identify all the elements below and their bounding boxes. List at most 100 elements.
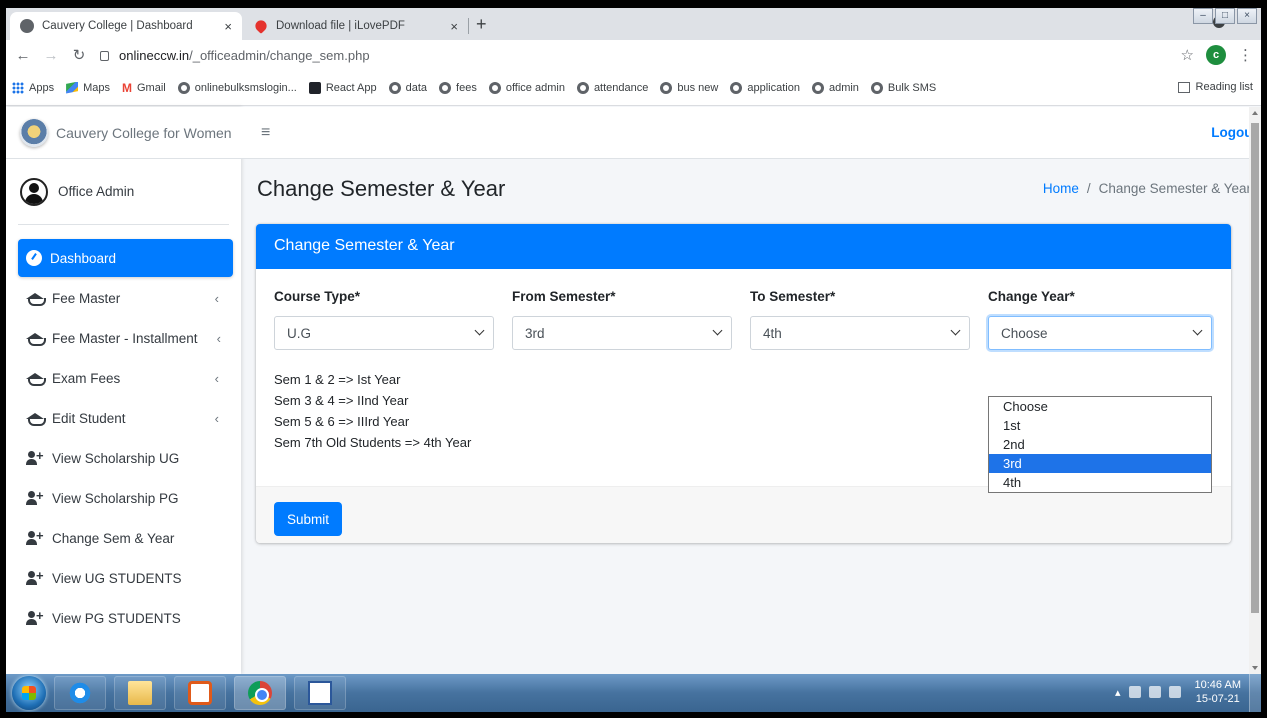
bookmark-react-app[interactable]: React App: [308, 81, 377, 94]
page-scrollbar[interactable]: [1249, 107, 1261, 674]
dropdown-option[interactable]: Choose: [989, 397, 1211, 416]
scroll-up-icon[interactable]: [1252, 111, 1258, 115]
bookmark-apps[interactable]: Apps: [12, 81, 54, 94]
from-semester-select[interactable]: 3rd: [512, 316, 732, 350]
bookmark-gmail[interactable]: M Gmail: [122, 82, 166, 94]
info-line: Sem 1 & 2 => Ist Year: [274, 372, 401, 387]
profile-avatar[interactable]: c: [1206, 45, 1226, 65]
scrollbar-thumb[interactable]: [1251, 123, 1259, 613]
bookmark-data[interactable]: data: [388, 81, 427, 94]
internet-explorer-icon: [68, 681, 92, 705]
sidebar-item-exam-fees[interactable]: Exam Fees ‹: [18, 359, 233, 397]
bookmark-label: Maps: [83, 81, 110, 94]
tab-dashboard[interactable]: Cauvery College | Dashboard ×: [10, 12, 242, 40]
user-panel[interactable]: Office Admin: [18, 159, 229, 225]
change-year-select[interactable]: Choose: [988, 316, 1212, 350]
dropdown-option-highlighted[interactable]: 3rd: [989, 454, 1211, 473]
sidebar-item-label: Edit Student: [52, 410, 126, 426]
sidebar-item-fee-master-installment[interactable]: Fee Master - Installment ‹: [18, 319, 233, 357]
forward-icon[interactable]: →: [40, 47, 62, 64]
minimize-button[interactable]: –: [1193, 8, 1213, 24]
close-icon[interactable]: ×: [224, 19, 232, 34]
bookmark-bulk-sms[interactable]: Bulk SMS: [870, 81, 936, 94]
to-semester-select[interactable]: 4th: [750, 316, 970, 350]
bookmark-office-admin[interactable]: office admin: [488, 81, 565, 94]
sidebar: Cauvery College for Women Office Admin D…: [6, 107, 241, 674]
change-sem-card: Change Semester & Year Course Type* U.G …: [256, 224, 1231, 543]
top-navbar: ≡ Logout: [241, 107, 1261, 159]
dropdown-option[interactable]: 2nd: [989, 435, 1211, 454]
sidebar-item-fee-master[interactable]: Fee Master ‹: [18, 279, 233, 317]
breadcrumb-home-link[interactable]: Home: [1043, 181, 1079, 196]
taskbar-explorer[interactable]: [114, 676, 166, 710]
change-year-label: Change Year*: [988, 289, 1075, 304]
sidebar-item-view-pg-students[interactable]: View PG STUDENTS: [18, 599, 233, 637]
submit-button[interactable]: Submit: [274, 502, 343, 536]
bookmark-star-icon[interactable]: ☆: [1181, 46, 1194, 64]
taskbar-chrome[interactable]: [234, 676, 286, 710]
bookmark-application[interactable]: application: [730, 81, 800, 94]
bookmarks-bar: Apps Maps M Gmail onlinebulksmslogin... R…: [6, 70, 1261, 106]
close-icon[interactable]: ×: [450, 19, 458, 34]
card-footer: Submit: [256, 486, 1231, 543]
globe-icon: [488, 81, 501, 94]
reading-list[interactable]: Reading list: [1177, 81, 1253, 93]
media-player-icon: [188, 681, 212, 705]
sidebar-item-view-scholarship-ug[interactable]: View Scholarship UG: [18, 439, 233, 477]
bookmark-attendance[interactable]: attendance: [576, 81, 648, 94]
sidebar-item-label: Fee Master: [52, 290, 121, 306]
start-button[interactable]: [12, 676, 46, 710]
brand-link[interactable]: Cauvery College for Women: [6, 107, 241, 159]
network-icon[interactable]: [1148, 686, 1161, 698]
bookmark-onlinebulksms[interactable]: onlinebulksmslogin...: [177, 81, 297, 94]
back-icon[interactable]: ←: [12, 47, 34, 64]
to-semester-label: To Semester*: [750, 289, 836, 304]
graduation-cap-icon: [26, 331, 46, 346]
scroll-down-icon[interactable]: [1252, 666, 1258, 670]
bookmark-admin[interactable]: admin: [811, 81, 859, 94]
taskbar-word[interactable]: [294, 676, 346, 710]
show-desktop-button[interactable]: [1249, 674, 1261, 712]
globe-icon: [388, 81, 401, 94]
sidebar-item-edit-student[interactable]: Edit Student ‹: [18, 399, 233, 437]
window-controls: – □ ×: [1191, 8, 1257, 24]
bookmark-fees[interactable]: fees: [439, 81, 477, 94]
user-plus-icon: [26, 488, 44, 505]
sidebar-item-change-sem-year[interactable]: Change Sem & Year: [18, 519, 233, 557]
avatar: [20, 177, 48, 206]
action-center-icon[interactable]: [1128, 686, 1141, 698]
new-tab-button[interactable]: +: [476, 14, 487, 35]
word-icon: [308, 681, 332, 705]
menu-dots-icon[interactable]: ⋮: [1238, 46, 1253, 64]
dropdown-option[interactable]: 1st: [989, 416, 1211, 435]
close-window-button[interactable]: ×: [1237, 8, 1257, 24]
taskbar-ie[interactable]: [54, 676, 106, 710]
taskbar-media-player[interactable]: [174, 676, 226, 710]
course-type-select[interactable]: U.G: [274, 316, 494, 350]
maximize-button[interactable]: □: [1215, 8, 1235, 24]
course-type-field: Course Type* U.G: [274, 289, 494, 350]
bookmark-label: Gmail: [136, 81, 166, 94]
bookmark-maps[interactable]: Maps: [66, 81, 110, 94]
sidebar-item-dashboard[interactable]: Dashboard: [18, 239, 233, 277]
address-bar[interactable]: onlineccw.in/_officeadmin/change_sem.php: [100, 48, 370, 63]
tab-ilovepdf[interactable]: Download file | iLovePDF ×: [244, 12, 468, 40]
globe-icon: [811, 81, 824, 94]
sidebar-item-label: Exam Fees: [52, 370, 121, 386]
change-year-dropdown-list: Choose 1st 2nd 3rd 4th: [988, 396, 1212, 493]
clock[interactable]: 10:46 AM 15-07-21: [1195, 678, 1241, 706]
hamburger-icon[interactable]: ≡: [261, 124, 270, 142]
content-header: Change Semester & Year Home / Change Semes…: [241, 159, 1251, 229]
volume-icon[interactable]: [1168, 686, 1181, 698]
globe-icon: [177, 81, 190, 94]
sidebar-item-view-ug-students[interactable]: View UG STUDENTS: [18, 559, 233, 597]
sidebar-item-view-scholarship-pg[interactable]: View Scholarship PG: [18, 479, 233, 517]
lock-icon: [100, 51, 109, 61]
tray-expand-icon[interactable]: ▴: [1115, 686, 1121, 699]
bookmark-label: admin: [828, 81, 859, 94]
bookmark-bus-new[interactable]: bus new: [660, 81, 718, 94]
card-title: Change Semester & Year: [256, 224, 1231, 269]
dropdown-option[interactable]: 4th: [989, 473, 1211, 492]
breadcrumb: Home / Change Semester & Year: [1043, 181, 1251, 196]
reload-icon[interactable]: ↻: [68, 46, 90, 64]
